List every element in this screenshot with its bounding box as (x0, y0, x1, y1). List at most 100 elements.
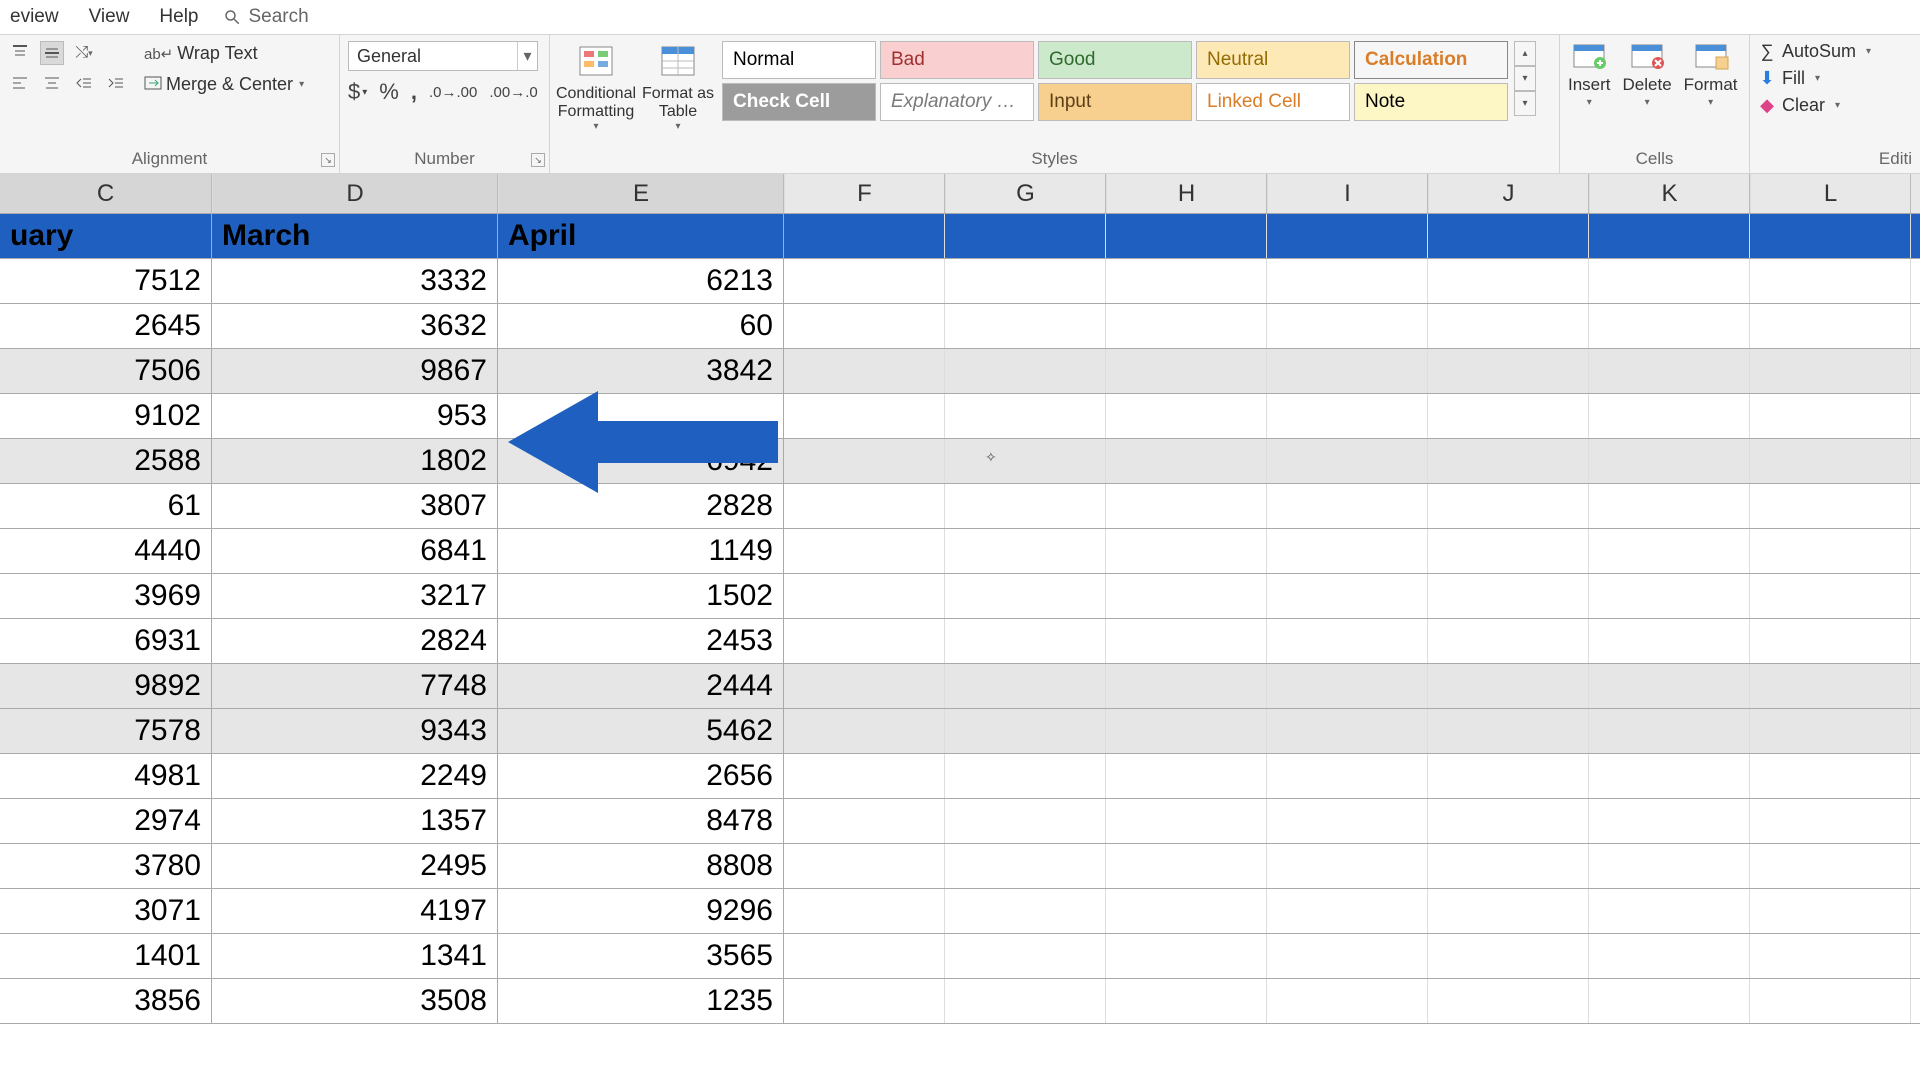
cell[interactable]: 2453 (498, 619, 784, 663)
cell[interactable]: 9892 (0, 664, 212, 708)
cell[interactable] (1267, 349, 1428, 393)
cell[interactable] (1750, 439, 1911, 483)
cell[interactable]: 1401 (0, 934, 212, 978)
cell[interactable]: 1341 (212, 934, 498, 978)
cell[interactable] (945, 259, 1106, 303)
cell[interactable] (1589, 619, 1750, 663)
number-dialog-launcher[interactable]: ↘ (531, 153, 545, 167)
cell[interactable]: 3807 (212, 484, 498, 528)
cell[interactable]: 9343 (212, 709, 498, 753)
cell[interactable]: 2974 (0, 799, 212, 843)
cell[interactable]: 7506 (0, 349, 212, 393)
style-normal[interactable]: Normal (722, 41, 876, 79)
cell[interactable] (1589, 799, 1750, 843)
cell[interactable] (1267, 979, 1428, 1023)
cell[interactable]: 3856 (0, 979, 212, 1023)
cell[interactable]: 2588 (0, 439, 212, 483)
cell[interactable] (1589, 844, 1750, 888)
cell[interactable] (945, 979, 1106, 1023)
cell[interactable] (1750, 619, 1911, 663)
cell[interactable] (1106, 394, 1267, 438)
cell[interactable] (945, 799, 1106, 843)
cell[interactable]: 8478 (498, 799, 784, 843)
increase-indent-button[interactable] (104, 71, 128, 95)
cell[interactable] (1267, 529, 1428, 573)
cell[interactable] (1750, 664, 1911, 708)
cell[interactable]: 3780 (0, 844, 212, 888)
delete-cells-button[interactable]: Delete ▾ (1623, 41, 1672, 108)
col-header-G[interactable]: G (945, 174, 1106, 213)
cell[interactable] (945, 574, 1106, 618)
cell[interactable] (1750, 214, 1911, 258)
cell[interactable]: 9296 (498, 889, 784, 933)
cell[interactable] (1428, 979, 1589, 1023)
style-linked-cell[interactable]: Linked Cell (1196, 83, 1350, 121)
cell[interactable] (1428, 214, 1589, 258)
cell[interactable]: 1235 (498, 979, 784, 1023)
cell[interactable] (784, 889, 945, 933)
cell[interactable] (498, 394, 784, 438)
cell[interactable] (1750, 709, 1911, 753)
cell[interactable] (1267, 754, 1428, 798)
cell[interactable] (1267, 934, 1428, 978)
cell[interactable]: 953 (212, 394, 498, 438)
cell[interactable] (1428, 394, 1589, 438)
cell[interactable] (1106, 529, 1267, 573)
cell[interactable] (1750, 754, 1911, 798)
cell[interactable] (1106, 574, 1267, 618)
cell[interactable]: 4440 (0, 529, 212, 573)
cell[interactable]: 4981 (0, 754, 212, 798)
cell[interactable] (784, 304, 945, 348)
cell[interactable] (784, 214, 945, 258)
cell[interactable] (1267, 304, 1428, 348)
menu-review[interactable]: eview (4, 2, 65, 32)
cell[interactable] (1428, 754, 1589, 798)
cell[interactable]: 6942 (498, 439, 784, 483)
cell[interactable] (1589, 304, 1750, 348)
cell[interactable] (1106, 844, 1267, 888)
gallery-scroll-down[interactable]: ▾ (1514, 66, 1536, 91)
cell[interactable]: 3071 (0, 889, 212, 933)
cell[interactable] (1267, 214, 1428, 258)
cell[interactable] (945, 754, 1106, 798)
cell[interactable] (1428, 934, 1589, 978)
cell[interactable] (1267, 799, 1428, 843)
cell[interactable] (784, 349, 945, 393)
cell[interactable] (1750, 484, 1911, 528)
cell[interactable] (945, 439, 1106, 483)
style-input[interactable]: Input (1038, 83, 1192, 121)
cell[interactable] (1589, 439, 1750, 483)
cell[interactable] (1106, 664, 1267, 708)
cell[interactable] (784, 259, 945, 303)
style-calculation[interactable]: Calculation (1354, 41, 1508, 79)
cell[interactable] (784, 484, 945, 528)
cell[interactable]: 1149 (498, 529, 784, 573)
cell[interactable] (1267, 844, 1428, 888)
cell[interactable]: 3632 (212, 304, 498, 348)
menu-view[interactable]: View (83, 2, 136, 32)
cell[interactable] (1589, 664, 1750, 708)
cell[interactable] (1589, 979, 1750, 1023)
cell[interactable]: 6841 (212, 529, 498, 573)
cell[interactable]: 2444 (498, 664, 784, 708)
cell[interactable] (1267, 889, 1428, 933)
col-header-I[interactable]: I (1267, 174, 1428, 213)
number-format-dropdown[interactable]: General ▾ (348, 41, 538, 71)
cell[interactable] (1428, 484, 1589, 528)
cell[interactable] (1267, 709, 1428, 753)
cell[interactable] (945, 304, 1106, 348)
cell[interactable] (945, 844, 1106, 888)
cell[interactable]: 6931 (0, 619, 212, 663)
cell[interactable] (1589, 484, 1750, 528)
cell[interactable] (784, 799, 945, 843)
orientation-button[interactable]: ⤭▾ (72, 41, 96, 65)
cell[interactable]: 6213 (498, 259, 784, 303)
cell[interactable] (784, 754, 945, 798)
cell[interactable] (784, 979, 945, 1023)
cell[interactable] (1589, 934, 1750, 978)
cell[interactable] (784, 529, 945, 573)
cell[interactable] (1106, 304, 1267, 348)
header-april[interactable]: April (498, 214, 784, 258)
cell[interactable] (1106, 439, 1267, 483)
autosum-button[interactable]: ∑ AutoSum ▾ (1758, 41, 1871, 62)
